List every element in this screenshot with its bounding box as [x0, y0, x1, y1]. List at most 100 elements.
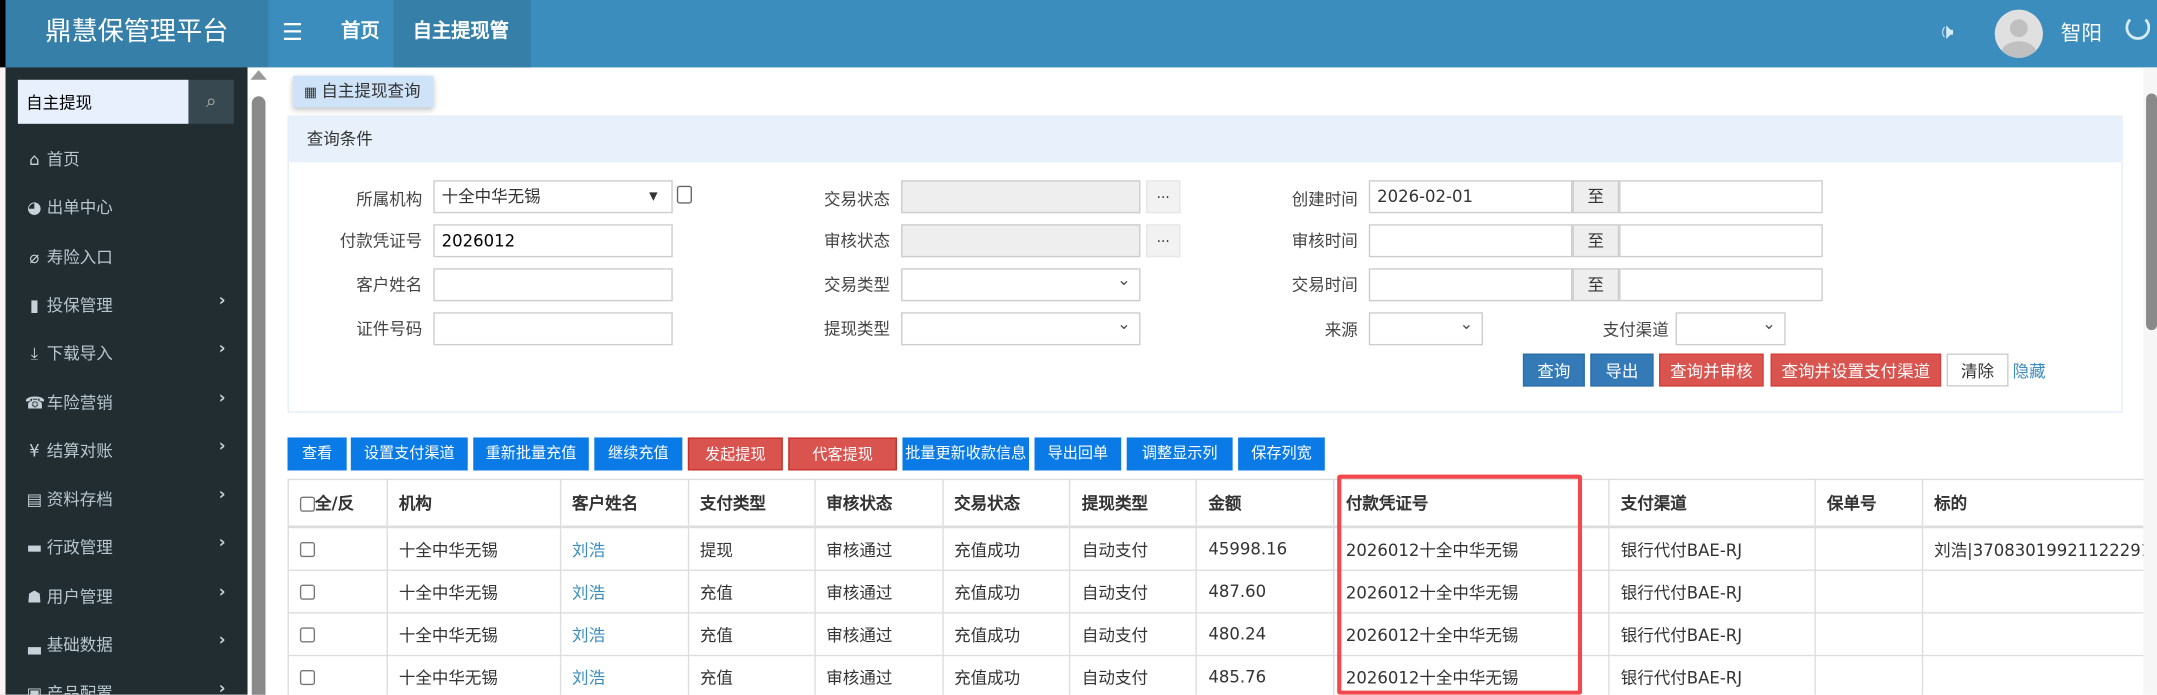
toolbar-button[interactable]: 批量更新收款信息	[902, 437, 1030, 471]
trade-status-picker-button[interactable]: ...	[1145, 180, 1181, 214]
table-row[interactable]: 十全中华无锡 刘浩 充值 审核通过 充值成功 自动支付 487.60 2026012十全中华无…	[287, 569, 2157, 614]
toolbar-button[interactable]: 发起提现	[687, 437, 783, 471]
toolbar-button[interactable]: 重新批量充值	[473, 437, 589, 471]
row-checkbox[interactable]	[299, 627, 316, 643]
table-row[interactable]: 十全中华无锡 刘浩 充值 审核通过 充值成功 自动支付 480.24 2026012十全中华无…	[287, 612, 2157, 657]
power-icon[interactable]	[2125, 15, 2151, 40]
export-button[interactable]: 导出	[1590, 353, 1654, 387]
speaker-icon[interactable]: 🕩	[1940, 18, 1954, 46]
channel-label: 支付渠道	[1602, 320, 1669, 340]
sidebar-item[interactable]: ▬ 行政管理 ›	[25, 533, 231, 562]
org-label: 所属机构	[356, 189, 423, 210]
create-time-from-input[interactable]: 2026-02-01	[1368, 180, 1573, 214]
audit-time-to-input[interactable]	[1619, 224, 1823, 258]
sidebar-item[interactable]: ◕ 出单中心	[25, 194, 231, 222]
table-row[interactable]: 十全中华无锡 刘浩 提现 审核通过 充值成功 自动支付 45998.16 2026012十全中…	[287, 526, 2157, 571]
toolbar-button[interactable]: 导出回单	[1034, 437, 1122, 471]
column-header: 保单号	[1814, 478, 1924, 529]
trade-time-to-input[interactable]	[1619, 268, 1823, 302]
sidebar-item[interactable]: ☎车险营销 ›	[25, 387, 231, 417]
table-cell: 充值	[687, 569, 816, 614]
hide-link[interactable]: 隐藏	[2013, 359, 2046, 382]
sidebar-item[interactable]: ☗ 用户管理 ›	[25, 581, 231, 611]
chevron-right-icon: ›	[218, 678, 226, 695]
app-logo[interactable]: 鼎慧保管理平台	[0, 0, 269, 68]
customer-input[interactable]	[433, 268, 673, 302]
channel-select[interactable]	[1675, 308, 1786, 346]
avatar-head	[2009, 19, 2028, 38]
trade-type-select[interactable]	[901, 264, 1141, 302]
toolbar-button[interactable]: 调整显示列	[1126, 437, 1233, 471]
toolbar-button[interactable]: 代客提现	[788, 437, 897, 471]
create-time-to-input[interactable]	[1619, 180, 1823, 214]
audit-status-input[interactable]	[901, 224, 1141, 258]
audit-time-to-label: 至	[1572, 224, 1620, 258]
toolbar-button[interactable]: 设置支付渠道	[350, 437, 468, 471]
table-header-row: 全/反 机构 客户姓名 支付类型 审核状态 交易状态 提现类型 金额 付款凭证号 支付渠道 保单号标…	[287, 478, 2157, 529]
audit-time-from-input[interactable]	[1368, 224, 1573, 258]
chevron-right-icon: ›	[218, 484, 226, 504]
select-all-checkbox[interactable]	[299, 496, 316, 512]
page-scroll-thumb[interactable]	[2146, 93, 2157, 331]
sidebar-search-input[interactable]	[17, 79, 189, 124]
org-select[interactable]: 十全中华无锡 ▼	[433, 180, 673, 214]
sidebar-item[interactable]: ▃ 基础数据 ›	[25, 630, 231, 659]
org-include-checkbox[interactable]	[676, 185, 692, 204]
sidebar-item[interactable]: ▤ 资料存档 ›	[25, 484, 231, 514]
globe-icon: ◕	[27, 198, 42, 218]
table-cell	[1814, 569, 1924, 614]
trade-status-input[interactable]	[901, 180, 1141, 214]
sidebar-item-label: 结算对账	[46, 441, 113, 461]
nav-withdraw-management[interactable]: 自主提现管理	[393, 0, 532, 107]
table-cell[interactable]: 刘浩	[559, 654, 689, 695]
table-cell: 487.60	[1195, 569, 1335, 614]
sidebar-item[interactable]: ¥ 结算对账 ›	[25, 436, 231, 465]
row-checkbox[interactable]	[299, 669, 316, 686]
query-button[interactable]: 查询	[1522, 353, 1585, 387]
query-and-set-channel-button[interactable]: 查询并设置支付渠道	[1770, 353, 1942, 387]
voucher-input[interactable]	[433, 224, 673, 258]
toolbar-button[interactable]: 查看	[287, 437, 347, 471]
column-header: 支付类型	[687, 478, 816, 529]
search-icon[interactable]: ⌕	[188, 79, 234, 124]
column-header: 支付渠道	[1608, 478, 1816, 529]
row-checkbox[interactable]	[299, 584, 316, 600]
table-cell: 银行代付BAE-RJ	[1608, 654, 1816, 695]
column-header: 客户姓名	[559, 478, 689, 529]
user-name[interactable]: 智阳	[2061, 18, 2102, 47]
scroll-up-icon[interactable]	[250, 70, 267, 80]
sidebar-item-label: 基础数据	[46, 635, 113, 655]
menu-toggle-icon[interactable]: ☰	[282, 19, 303, 47]
avatar[interactable]	[1994, 9, 2043, 58]
audit-status-picker-button[interactable]: ...	[1145, 224, 1181, 258]
tab-withdraw-query[interactable]: ▦ 自主提现查询	[293, 75, 434, 108]
trade-status-label: 交易状态	[824, 189, 891, 210]
toolbar-button[interactable]: 保存列宽	[1238, 437, 1325, 471]
idno-input[interactable]	[433, 312, 673, 346]
query-and-audit-button[interactable]: 查询并审核	[1659, 353, 1764, 387]
sidebar-item[interactable]: ▣ 产品配置 ›	[25, 679, 231, 695]
table-cell[interactable]: 刘浩	[559, 526, 689, 571]
table-cell[interactable]: 刘浩	[559, 569, 689, 614]
table-row[interactable]: 十全中华无锡 刘浩 充值 审核通过 充值成功 自动支付 485.76 2026012十全中华无…	[287, 654, 2157, 695]
sidebar-item-label: 产品配置	[46, 684, 113, 695]
trade-type-label: 交易类型	[824, 275, 891, 295]
withdraw-type-select[interactable]	[901, 308, 1141, 346]
table-cell: 十全中华无锡	[386, 569, 562, 614]
sidebar-item[interactable]: ⤓ 下载导入 ›	[25, 339, 231, 368]
nav-home[interactable]: 首页	[322, 0, 399, 67]
table-cell[interactable]: 刘浩	[559, 612, 689, 657]
clear-button[interactable]: 清除	[1946, 353, 2009, 387]
sidebar-item[interactable]: ⌂ 首页	[25, 146, 231, 174]
source-select[interactable]	[1368, 308, 1484, 346]
sidebar-item-label: 出单中心	[46, 198, 113, 218]
table-cell: 刘浩|37083019921122291	[1921, 526, 2157, 571]
sidebar-item[interactable]: ⌀ 寿险入口	[25, 243, 231, 271]
leaf-icon: ⌀	[29, 247, 40, 267]
trade-time-from-input[interactable]	[1368, 268, 1573, 302]
sidebar-item[interactable]: ▮ 投保管理 ›	[25, 290, 231, 319]
row-checkbox[interactable]	[299, 542, 316, 558]
file-icon: ▮	[29, 295, 39, 315]
sidebar-scroll-thumb[interactable]	[251, 96, 266, 695]
toolbar-button[interactable]: 继续充值	[594, 437, 683, 471]
